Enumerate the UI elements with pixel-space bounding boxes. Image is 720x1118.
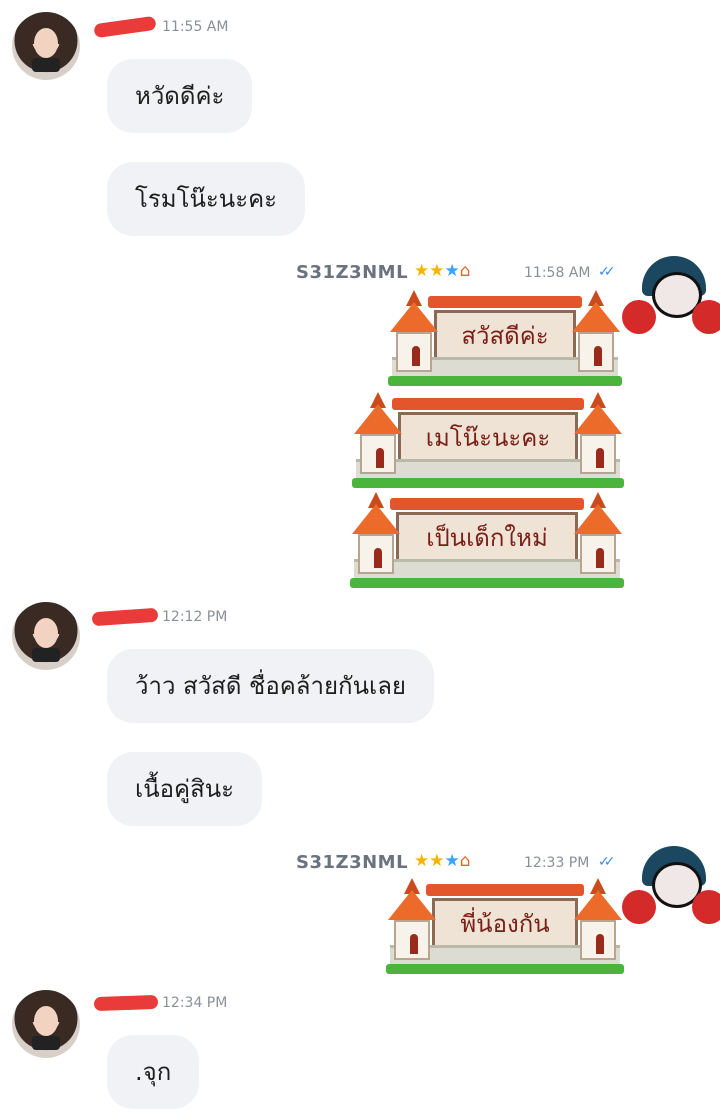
avatar-face: [34, 618, 58, 648]
temple-sticker[interactable]: สวัสดีค่ะ: [388, 290, 622, 386]
avatar-face: [34, 1006, 58, 1036]
message-time: 12:12 PM: [162, 609, 228, 625]
avatar-me[interactable]: [622, 256, 720, 342]
redacted-username: [91, 607, 159, 627]
boxing-glove-icon: [692, 300, 720, 334]
sticker-roof: [428, 296, 582, 308]
temple-tower-icon: [572, 392, 624, 478]
star-badge-icon: ★★: [414, 851, 445, 871]
avatar-collar: [32, 58, 60, 72]
temple-tower-icon: [572, 492, 624, 578]
house-badge-icon: ⌂: [459, 851, 471, 871]
temple-tower-icon: [352, 392, 404, 478]
avatar-other[interactable]: [12, 602, 80, 670]
avatar-me[interactable]: [622, 846, 720, 932]
boxing-glove-icon: [692, 890, 720, 924]
temple-tower-icon: [572, 878, 624, 964]
sticker-roof: [390, 498, 584, 510]
sticker-grass: [386, 964, 624, 974]
avatar-face: [34, 28, 58, 58]
message-bubble[interactable]: .จุก: [107, 1035, 200, 1109]
message-time: 12:34 PM: [162, 995, 228, 1011]
sticker-text: เมโน๊ะนะคะ: [398, 412, 578, 462]
message-bubble[interactable]: หวัดดีค่ะ: [107, 59, 253, 133]
boxing-glove-icon: [622, 890, 656, 924]
temple-sticker[interactable]: พี่น้องกัน: [386, 878, 624, 974]
sender-name[interactable]: S31Z3NML: [296, 852, 408, 873]
avatar-other[interactable]: [12, 12, 80, 80]
message-bubble[interactable]: ว้าว สวัสดี ชื่อคล้ายกันเลย: [107, 649, 434, 723]
message-time: 11:58 AM: [524, 265, 591, 281]
star-badge-icon: ★: [444, 851, 460, 871]
star-badge-icon: ★★: [414, 261, 445, 281]
temple-tower-icon: [386, 878, 438, 964]
read-receipt-icon: ✓✓: [598, 854, 616, 870]
avatar-collar: [32, 648, 60, 662]
sticker-grass: [388, 376, 622, 386]
avatar-collar: [32, 1036, 60, 1050]
sticker-roof: [392, 398, 584, 410]
star-badge-icon: ★: [444, 261, 460, 281]
avatar-other[interactable]: [12, 990, 80, 1058]
message-bubble[interactable]: เนื้อคู่สินะ: [107, 752, 263, 826]
boxing-glove-icon: [622, 300, 656, 334]
sticker-grass: [350, 578, 624, 588]
sticker-text: พี่น้องกัน: [432, 898, 578, 948]
sticker-text: สวัสดีค่ะ: [434, 310, 576, 360]
sticker-roof: [426, 884, 584, 896]
message-bubble[interactable]: โรมโน๊ะนะคะ: [107, 162, 306, 236]
temple-tower-icon: [570, 290, 622, 376]
message-time: 12:33 PM: [524, 855, 590, 871]
user-badges: ★★★⌂: [414, 261, 471, 281]
temple-tower-icon: [350, 492, 402, 578]
read-receipt-icon: ✓✓: [598, 264, 616, 280]
redacted-username: [93, 994, 159, 1012]
sticker-text: เป็นเด็กใหม่: [396, 512, 578, 562]
temple-sticker[interactable]: เมโน๊ะนะคะ: [352, 392, 624, 488]
temple-tower-icon: [388, 290, 440, 376]
message-time: 11:55 AM: [162, 19, 229, 35]
temple-sticker[interactable]: เป็นเด็กใหม่: [350, 492, 624, 588]
user-badges: ★★★⌂: [414, 851, 471, 871]
redacted-username: [93, 15, 157, 39]
sticker-grass: [352, 478, 624, 488]
house-badge-icon: ⌂: [459, 261, 471, 281]
sender-name[interactable]: S31Z3NML: [296, 262, 408, 283]
